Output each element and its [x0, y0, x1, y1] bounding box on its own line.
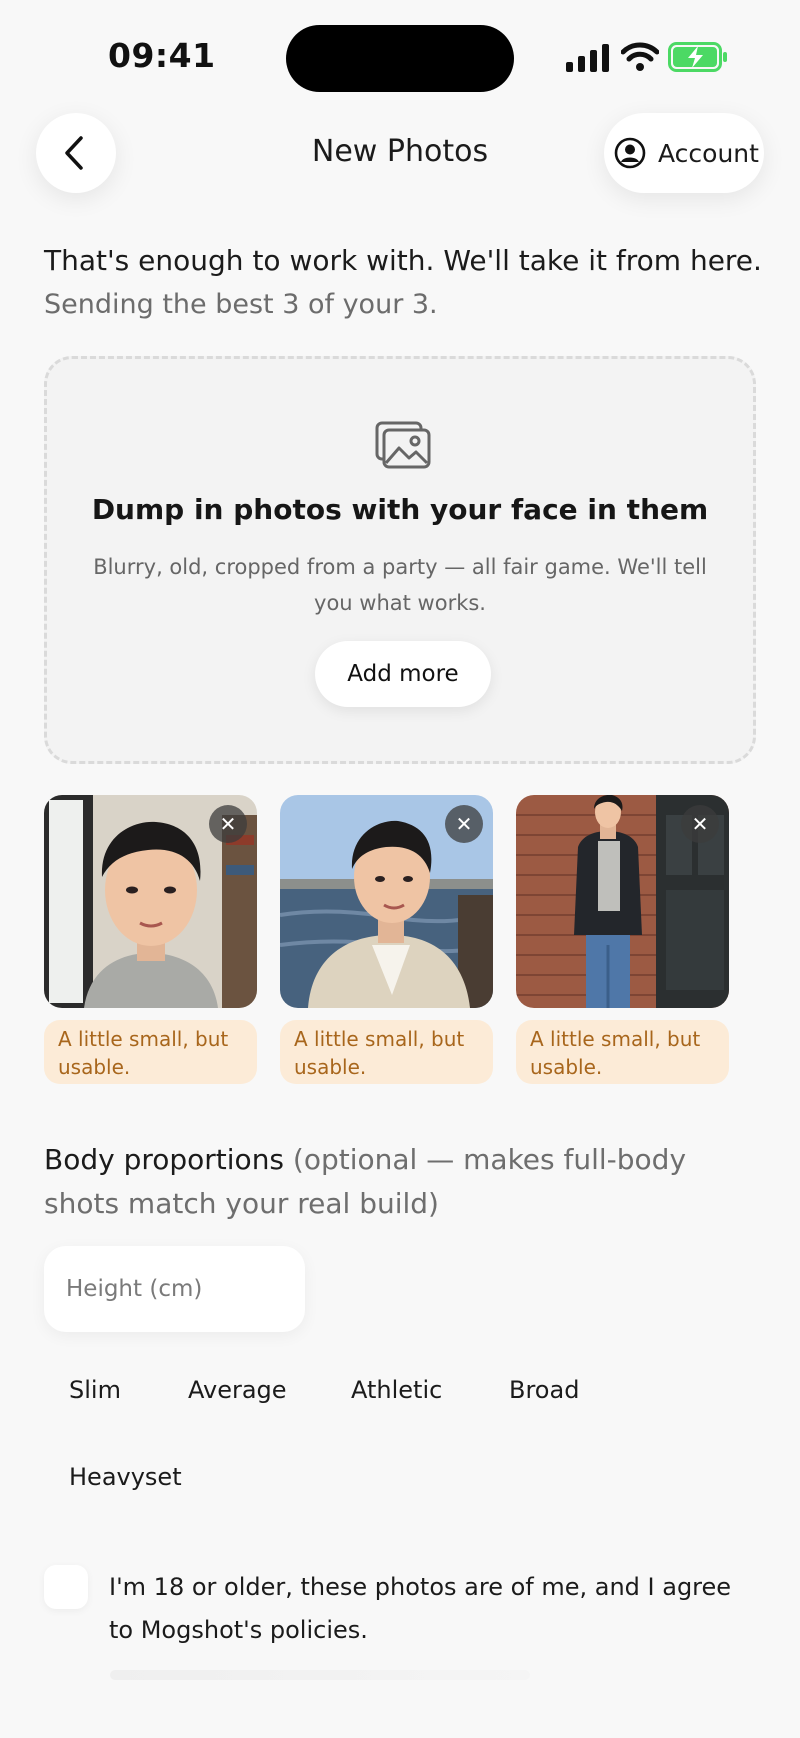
status-bar: 09:41	[0, 0, 800, 110]
build-option-heavyset[interactable]: Heavyset	[69, 1463, 182, 1491]
photo-quality-note: A little small, but usable.	[44, 1020, 257, 1084]
dynamic-island	[286, 25, 514, 92]
faded-content	[110, 1670, 530, 1680]
photo-card: ✕ A little small, but usable.	[44, 795, 257, 1084]
photo-card: ✕ A little small, but usable.	[280, 795, 493, 1084]
nav-bar: New Photos Account	[0, 110, 800, 210]
headline: That's enough to work with. We'll take i…	[44, 244, 762, 277]
photo-thumbnails: ✕ A little small, but usable. ✕ A little…	[44, 795, 764, 1085]
photo-quality-note: A little small, but usable.	[280, 1020, 493, 1084]
consent-checkbox[interactable]	[44, 1565, 88, 1609]
body-proportions-heading: Body proportions (optional — makes full-…	[44, 1138, 764, 1226]
photo-card: ✕ A little small, but usable.	[516, 795, 729, 1084]
consent-text: I'm 18 or older, these photos are of me,…	[109, 1573, 732, 1644]
photo-thumbnail: ✕	[44, 795, 257, 1008]
wifi-icon	[621, 42, 659, 71]
build-option-average[interactable]: Average	[188, 1376, 287, 1404]
build-option-broad[interactable]: Broad	[509, 1376, 579, 1404]
photo-quality-note: A little small, but usable.	[516, 1020, 729, 1084]
height-input[interactable]	[44, 1246, 305, 1332]
status-time: 09:41	[108, 36, 216, 75]
remove-photo-button[interactable]: ✕	[445, 805, 483, 843]
add-more-button[interactable]: Add more	[315, 641, 491, 707]
dropzone-description: Blurry, old, cropped from a party — all …	[93, 555, 707, 615]
battery-charging-icon	[668, 42, 727, 72]
photo-dropzone[interactable]: Dump in photos with your face in them Bl…	[44, 356, 756, 764]
build-option-athletic[interactable]: Athletic	[351, 1376, 442, 1404]
subline: Sending the best 3 of your 3.	[44, 289, 438, 320]
dropzone-title: Dump in photos with your face in them	[91, 493, 709, 526]
remove-photo-button[interactable]: ✕	[209, 805, 247, 843]
account-button[interactable]: Account	[604, 113, 764, 193]
images-icon	[375, 421, 431, 469]
build-option-slim[interactable]: Slim	[69, 1376, 121, 1404]
remove-photo-button[interactable]: ✕	[681, 805, 719, 843]
account-label: Account	[658, 138, 759, 168]
photo-thumbnail: ✕	[516, 795, 729, 1008]
section-title: Body proportions	[44, 1143, 285, 1176]
cellular-signal-icon	[566, 44, 609, 72]
user-circle-icon	[614, 137, 646, 169]
photo-thumbnail: ✕	[280, 795, 493, 1008]
